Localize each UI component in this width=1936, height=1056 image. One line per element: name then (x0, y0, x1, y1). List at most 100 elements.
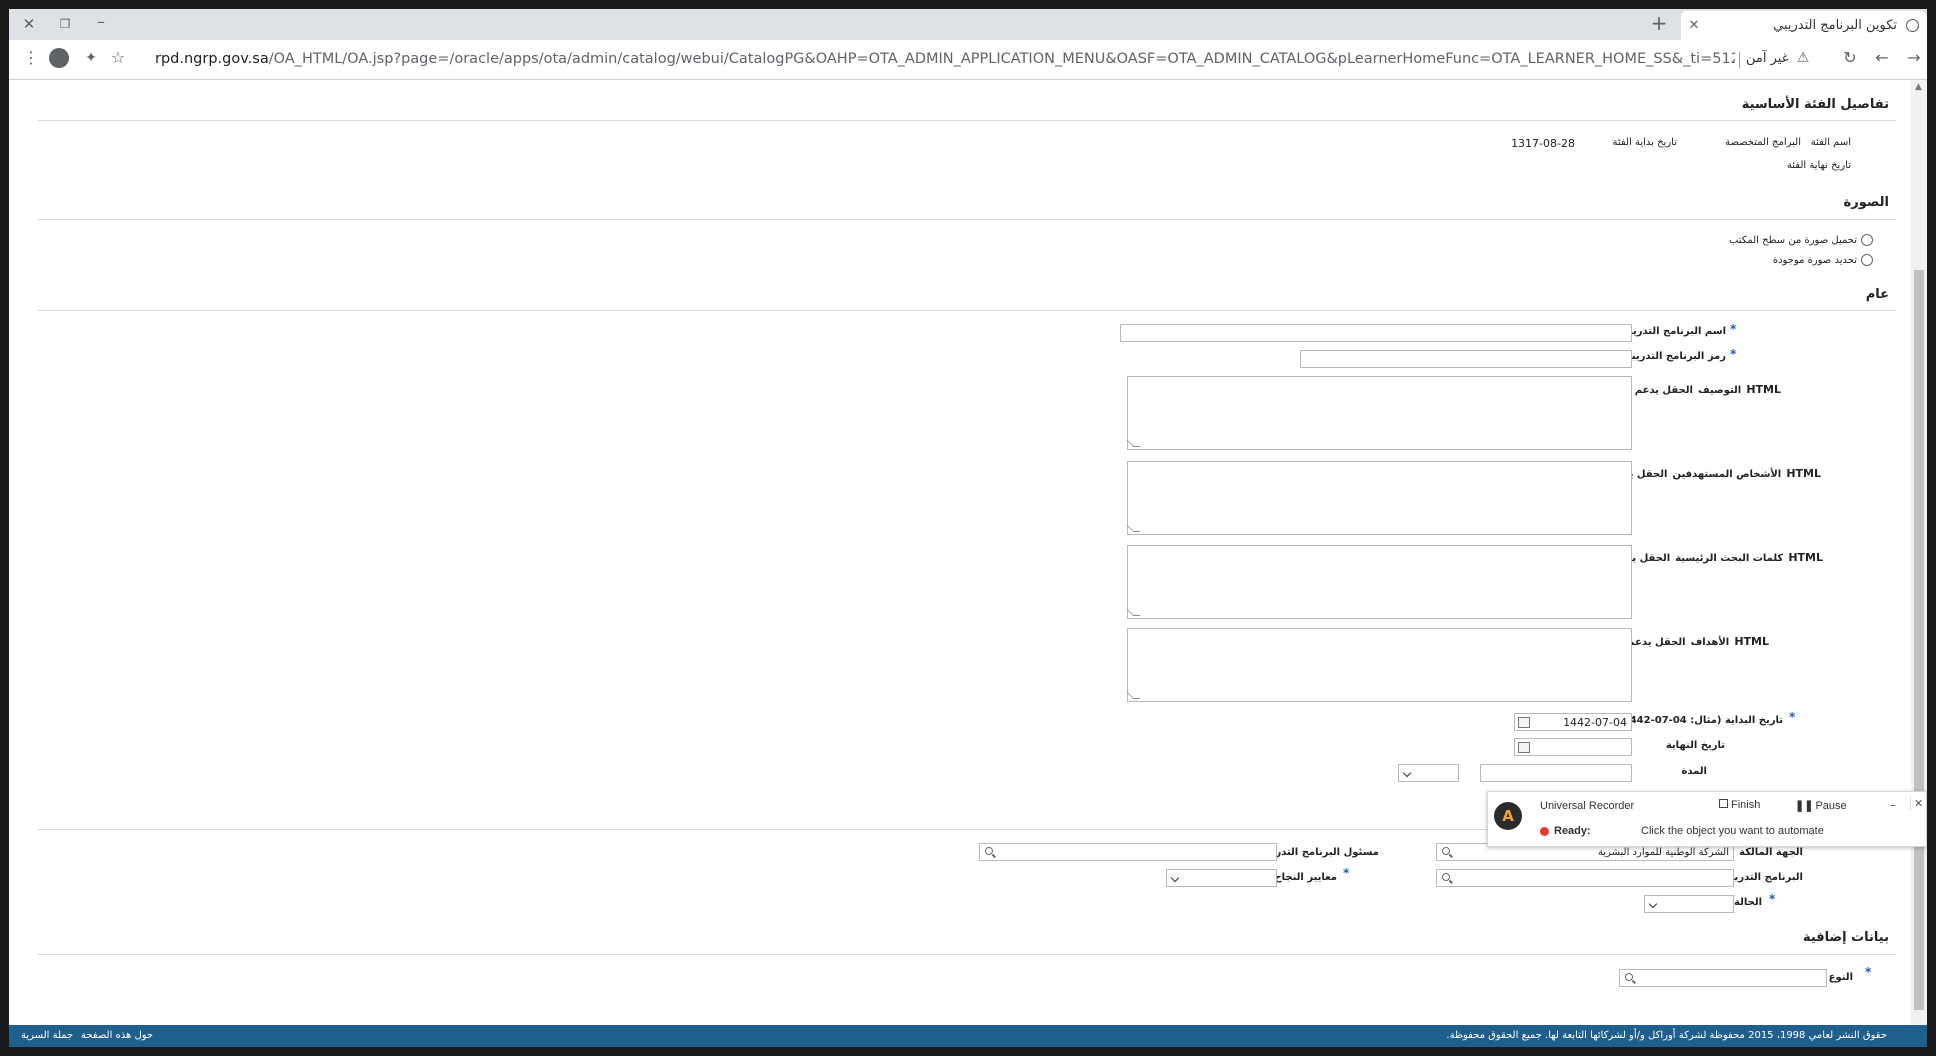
status-label: الحالة (1734, 897, 1762, 908)
image-header: الصورة (1843, 195, 1889, 210)
audience-textarea[interactable] (1126, 461, 1632, 535)
url-host: rpd.ngrp.gov.sa (155, 51, 269, 67)
restore-window-icon[interactable]: ❐ (55, 16, 75, 32)
required-marker: * (1789, 710, 1796, 724)
audience-label-text: الأشخاص المستهدفين (1672, 469, 1782, 480)
divider (38, 219, 1896, 220)
search-icon[interactable] (1620, 971, 1636, 985)
status-select[interactable] (1644, 895, 1734, 913)
close-window-icon[interactable]: ✕ (19, 16, 39, 32)
active-tab[interactable]: ✕ تكوين البرنامج التدريبي (1681, 11, 1927, 40)
category-details-header: تفاصيل الفئة الأساسية (1741, 97, 1889, 112)
success-criteria-label: معايير النجاح (1274, 872, 1337, 883)
calendar-icon[interactable] (1515, 714, 1533, 730)
recorder-logo-icon: A (1494, 802, 1522, 830)
save-icon (1719, 799, 1728, 808)
forward-icon[interactable]: → (1905, 50, 1923, 66)
description-label-text: التوصيف (1698, 385, 1742, 396)
end-date-label: تاريخ النهاية (1665, 740, 1725, 751)
required-marker: * (1769, 892, 1776, 906)
general-header: عام (1865, 287, 1889, 302)
divider (38, 310, 1896, 311)
not-secure-warning-icon[interactable]: ⚠ (1795, 50, 1811, 66)
scrollbar-thumb[interactable] (1914, 270, 1924, 1010)
close-recorder-icon[interactable]: ✕ (1910, 797, 1924, 810)
pause-button[interactable]: ❚❚ Pause (1795, 799, 1847, 812)
program-name-label: اسم البرنامج التدريبي (1618, 326, 1726, 337)
category-end-label: تاريخ نهاية الفئة (1786, 160, 1851, 171)
search-icon[interactable] (1437, 871, 1453, 885)
url-text[interactable]: rpd.ngrp.gov.sa/OA_HTML/OA.jsp?page=/ora… (155, 51, 1735, 67)
resize-grip-icon[interactable] (1126, 692, 1141, 699)
copyright-text: حقوق النشر لعامي 1998، 2015 محفوظة لشركة… (1446, 1030, 1887, 1041)
new-tab-icon[interactable]: + (1649, 13, 1669, 33)
type-label: النوع (1828, 972, 1853, 983)
start-date-label: تاريخ البداية (مثال: 04-07-1442) (1618, 715, 1783, 726)
pause-icon: ❚❚ (1795, 800, 1814, 812)
back-icon[interactable]: ← (1873, 50, 1891, 66)
resize-grip-icon[interactable] (1126, 609, 1141, 616)
scroll-up-icon[interactable]: ▲ (1915, 82, 1922, 92)
alternate-program-input[interactable] (1436, 869, 1734, 887)
tab-close-icon[interactable]: ✕ (1686, 18, 1702, 34)
minimize-window-icon[interactable]: – (91, 14, 111, 30)
success-criteria-select[interactable] (1166, 869, 1277, 887)
recorder-status-text: Click the object you want to automate (1641, 825, 1824, 837)
reload-icon[interactable]: ↻ (1841, 50, 1859, 66)
html-tag: HTML (1734, 635, 1769, 648)
program-code-input[interactable] (1300, 350, 1632, 368)
upload-image-radio[interactable] (1861, 234, 1873, 246)
status-dot-icon (1540, 827, 1549, 836)
description-textarea[interactable] (1126, 376, 1632, 450)
duration-unit-select[interactable] (1398, 764, 1459, 782)
minimize-recorder-icon[interactable]: – (1890, 798, 1896, 812)
security-label[interactable]: غير آمن (1746, 51, 1789, 66)
url-path: /OA_HTML/OA.jsp?page=/oracle/apps/ota/ad… (268, 51, 1735, 67)
type-input[interactable] (1619, 969, 1827, 987)
keywords-label-text: كلمات البحث الرئيسية (1675, 553, 1784, 564)
finish-button[interactable]: Finish (1719, 799, 1760, 811)
keywords-textarea[interactable] (1126, 545, 1632, 619)
required-marker: * (1730, 347, 1737, 361)
about-page-link[interactable]: حول هذه الصفحة (81, 1030, 153, 1041)
search-icon[interactable] (980, 845, 996, 859)
html-tag: HTML (1786, 467, 1821, 480)
chevron-down-icon (1648, 899, 1658, 909)
menu-dots-icon[interactable]: ⋮ (23, 50, 39, 66)
calendar-icon[interactable] (1515, 739, 1533, 755)
duration-label: المدة (1681, 766, 1707, 777)
additional-data-header: بيانات إضافية (1802, 930, 1889, 945)
extensions-icon[interactable]: ✦ (83, 50, 99, 66)
program-manager-input[interactable] (979, 843, 1277, 861)
objectives-textarea[interactable] (1126, 628, 1632, 702)
page-footer: جملة السرية حول هذه الصفحة حقوق النشر لع… (9, 1025, 1927, 1047)
resize-grip-icon[interactable] (1126, 440, 1141, 447)
resize-grip-icon[interactable] (1126, 525, 1141, 532)
recorder-title: Universal Recorder (1540, 800, 1635, 812)
recorder-panel: A Universal Recorder Finish ❚❚ Pause – ✕ … (1487, 791, 1927, 847)
finish-label: Finish (1731, 799, 1761, 811)
required-marker: * (1865, 965, 1872, 979)
recorder-status-label: Ready: (1554, 825, 1591, 837)
bookmark-star-icon[interactable]: ☆ (109, 50, 127, 66)
category-name-value: البرامج المتخصصة (1725, 137, 1801, 148)
chevron-down-icon (1402, 768, 1412, 778)
search-icon[interactable] (1437, 845, 1453, 859)
html-tag: HTML (1788, 551, 1823, 564)
existing-image-radio[interactable] (1861, 254, 1873, 266)
duration-input[interactable] (1480, 764, 1632, 782)
page-content: تفاصيل الفئة الأساسية اسم الفئة البرامج … (11, 80, 1911, 1024)
divider (38, 954, 1896, 955)
vertical-scrollbar[interactable]: ▲ (1911, 80, 1927, 1025)
url-divider (1739, 52, 1740, 68)
globe-icon (1906, 19, 1919, 32)
tab-strip: ✕ ❐ – ✕ تكوين البرنامج التدريبي + (9, 9, 1927, 40)
program-code-label: رمز البرنامج التدريبي (1621, 351, 1726, 362)
existing-image-label: تحديد صورة موجودة (1772, 255, 1857, 266)
profile-avatar-icon[interactable] (49, 48, 69, 68)
privacy-link[interactable]: جملة السرية (21, 1030, 73, 1041)
program-name-input[interactable] (1120, 324, 1632, 342)
divider (38, 120, 1896, 121)
divider (38, 829, 1488, 830)
category-start-label: تاريخ بداية الفئة (1612, 137, 1677, 148)
